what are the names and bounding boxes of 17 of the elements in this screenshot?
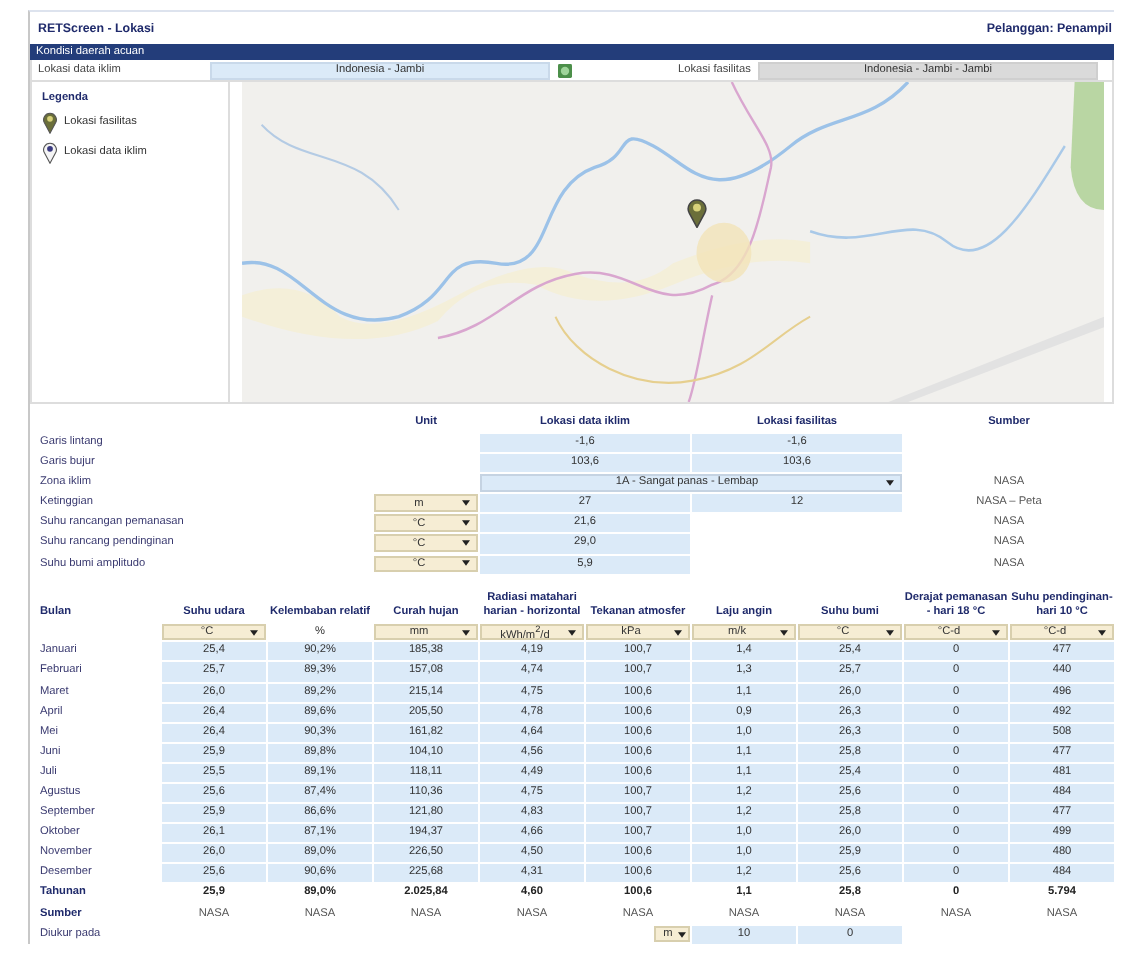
caret-icon: [462, 500, 470, 507]
caret-icon: [780, 629, 788, 635]
caret-icon: [462, 540, 470, 547]
caret-icon: [462, 629, 470, 635]
facility-pin-icon: [42, 110, 58, 134]
map-pin-icon: [686, 196, 708, 228]
caret-icon: [1098, 629, 1106, 635]
caret-icon: [568, 629, 576, 635]
caret-icon: [462, 560, 470, 567]
caret-icon: [462, 520, 470, 527]
caret-icon: [886, 629, 894, 635]
caret-icon: [886, 480, 894, 487]
caret-icon: [250, 629, 258, 635]
caret-icon: [674, 629, 682, 635]
climate-pin-icon: [42, 140, 58, 164]
caret-icon: [992, 629, 1000, 635]
caret-icon: [678, 931, 686, 937]
